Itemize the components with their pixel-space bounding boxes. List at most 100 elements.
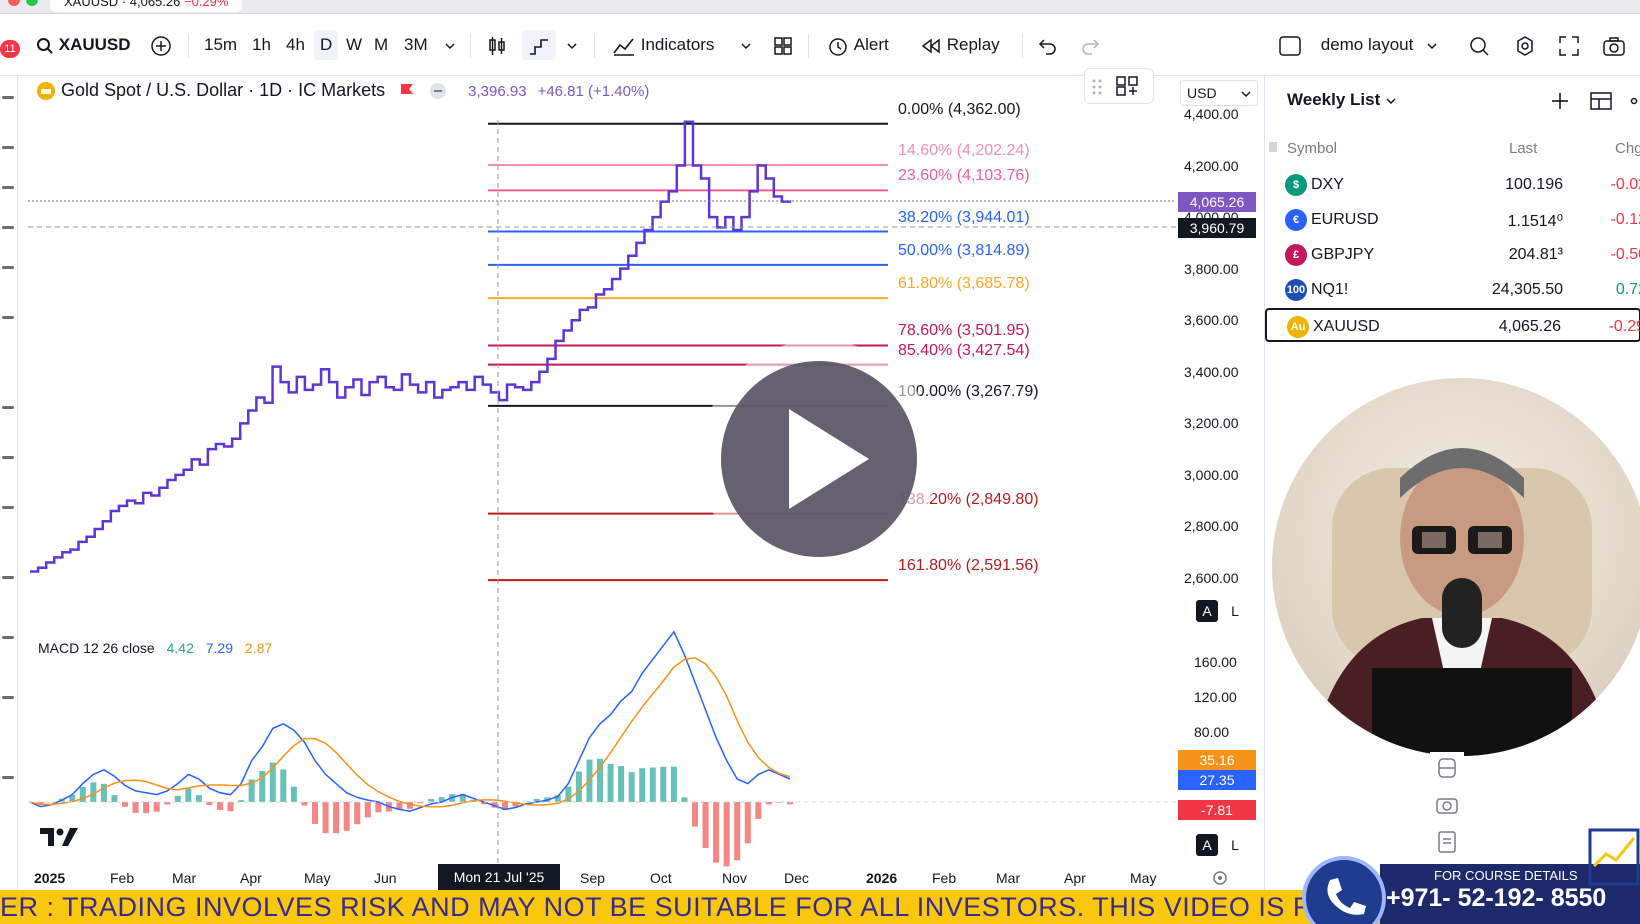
watchlist-last: 24,305.50 [1491, 281, 1563, 298]
log-scale-button[interactable]: L [1224, 600, 1246, 622]
replay-button[interactable]: Replay [920, 30, 1000, 60]
macd-histogram-bar [174, 795, 181, 802]
chart-type-dropdown[interactable] [566, 30, 578, 60]
chart-tab[interactable]: XAUUSD · 4,065.26 −0.29% [50, 0, 243, 12]
symbol-search-button[interactable]: XAUUSD [36, 30, 131, 60]
watchlist-row[interactable]: €EURUSD 1.1514⁰ -0.12 [1265, 203, 1640, 237]
macd-tick-label: 120.00 [1194, 689, 1237, 706]
watchlist-last: 1.1514⁰ [1507, 213, 1563, 230]
layout-menu-button[interactable]: demo layout [1278, 30, 1438, 60]
macd-histogram-bar [639, 768, 646, 802]
interval-15m[interactable]: 15m [204, 30, 237, 60]
watchlist-row[interactable]: AuXAUUSD 4,065.26 -0.29 [1265, 308, 1640, 342]
compare-symbol-button[interactable] [150, 30, 172, 60]
collapse-icon[interactable] [429, 82, 447, 100]
price-tick-label: 3,400.00 [1184, 363, 1239, 380]
interval-1w[interactable]: W [346, 30, 362, 60]
time-axis[interactable]: 2025 Feb Mar Apr May Jun Sep Oct Nov Dec 2026 Feb Ma… [0, 866, 1262, 890]
macd-log-scale-button[interactable]: L [1224, 834, 1246, 856]
contact-phone: +971- 52-192- 8550 [1386, 884, 1607, 912]
watchlist-change: -0.29 [1608, 318, 1640, 335]
macd-histogram-bar [290, 786, 297, 802]
indicators-dropdown[interactable] [740, 30, 752, 60]
symbol-label: XAUUSD [58, 35, 131, 54]
watchlist-row[interactable]: 100NQ1! 24,305.50 0.72 [1265, 273, 1640, 307]
crosshair-date-tag: Mon 21 Jul '25 [438, 864, 560, 890]
time-tick-label: Feb [932, 870, 957, 886]
macd-histogram-bar [692, 802, 698, 827]
fib-level-label: 78.60% (3,501.95) [898, 322, 1030, 340]
window-maximize-icon[interactable] [26, 0, 38, 6]
macd-histogram-bar [195, 795, 202, 802]
alert-button[interactable]: Alert [826, 30, 889, 60]
drag-handle-icon[interactable] [1091, 77, 1103, 97]
undo-button[interactable] [1036, 30, 1058, 60]
indicators-button[interactable]: Indicators [612, 30, 714, 60]
chevron-down-icon [1386, 97, 1396, 104]
time-tick-label: 2025 [34, 870, 66, 886]
interval-dropdown[interactable] [444, 30, 456, 60]
time-axis-settings-icon[interactable] [1212, 870, 1228, 886]
step-line-chart-button[interactable] [522, 30, 556, 60]
bar-chart-type-button[interactable] [486, 30, 508, 60]
symbol-logo-icon: Au [1287, 316, 1309, 338]
interval-1h[interactable]: 1h [252, 30, 271, 60]
macd-auto-scale-button[interactable]: A [1196, 834, 1218, 856]
advanced-view-icon[interactable] [1589, 90, 1613, 112]
add-object-icon[interactable] [1115, 75, 1139, 97]
macd-title: MACD 12 26 close [38, 640, 155, 656]
flag-icon[interactable] [400, 83, 414, 99]
quick-search-icon [1470, 36, 1489, 56]
price-tick-label: 4,200.00 [1184, 157, 1239, 174]
symbol-title[interactable]: Gold Spot / U.S. Dollar · 1D · IC Market… [61, 80, 385, 100]
macd-histogram-bar [744, 802, 751, 844]
column-chg[interactable]: Chg [1615, 140, 1640, 157]
watchlist-row[interactable]: $DXY 100.196 -0.02 [1265, 168, 1640, 202]
indicators-label: Indicators [640, 35, 715, 54]
fullscreen-button[interactable] [1558, 30, 1580, 60]
auto-scale-button[interactable]: A [1196, 600, 1218, 622]
interval-1d[interactable]: D [314, 30, 339, 60]
alarm-clock-icon [829, 37, 847, 56]
column-symbol[interactable]: Symbol [1287, 140, 1337, 157]
screenshot-button[interactable] [1602, 30, 1626, 60]
macd-histogram-bar [734, 802, 741, 861]
quick-search-button[interactable] [1468, 30, 1490, 60]
play-button[interactable] [721, 361, 917, 557]
watchlist-row[interactable]: £GBPJPY 204.81³ -0.50 [1265, 238, 1640, 272]
phone-icon [1302, 856, 1386, 924]
price-series-line[interactable] [30, 120, 792, 573]
add-symbol-icon[interactable] [1549, 90, 1571, 112]
tab-change: −0.29% [183, 0, 229, 9]
macd-value-tag: 35.16 [1178, 750, 1256, 770]
notification-badge[interactable]: 11 [0, 40, 20, 58]
toolbar-divider [808, 34, 809, 58]
interval-3m[interactable]: 3M [404, 30, 428, 60]
macd-histogram-bar [364, 802, 371, 818]
time-tick-label: Dec [784, 870, 809, 886]
macd-histogram-bar [713, 802, 720, 863]
interval-1m[interactable]: M [374, 30, 388, 60]
settings-button[interactable] [1514, 30, 1536, 60]
macd-legend[interactable]: MACD 12 26 close 4.42 7.29 2.87 [38, 640, 272, 656]
chart-float-toolbar [1084, 68, 1154, 104]
plus-circle-icon [151, 35, 171, 56]
symbol-logo-icon: 100 [1285, 279, 1307, 301]
interval-4h[interactable]: 4h [286, 30, 305, 60]
step-line-icon [530, 38, 548, 55]
price-chart[interactable] [0, 76, 1262, 890]
layouts-button[interactable] [772, 30, 794, 60]
toolbar-divider [1022, 34, 1023, 58]
watchlist-title: Weekly List [1287, 90, 1381, 109]
macd-value-3: 2.87 [244, 640, 273, 656]
currency-selector[interactable]: USD [1180, 80, 1258, 106]
watchlist-last: 4,065.26 [1498, 318, 1561, 335]
more-options-icon[interactable] [1627, 90, 1640, 112]
column-last[interactable]: Last [1509, 140, 1537, 157]
macd-histogram-bar [280, 769, 287, 802]
window-close-icon[interactable] [8, 0, 20, 6]
macd-histogram-bar [122, 802, 128, 807]
redo-button[interactable] [1080, 30, 1102, 60]
undo-icon [1038, 38, 1056, 55]
watchlist-title-button[interactable]: Weekly List [1287, 90, 1397, 110]
